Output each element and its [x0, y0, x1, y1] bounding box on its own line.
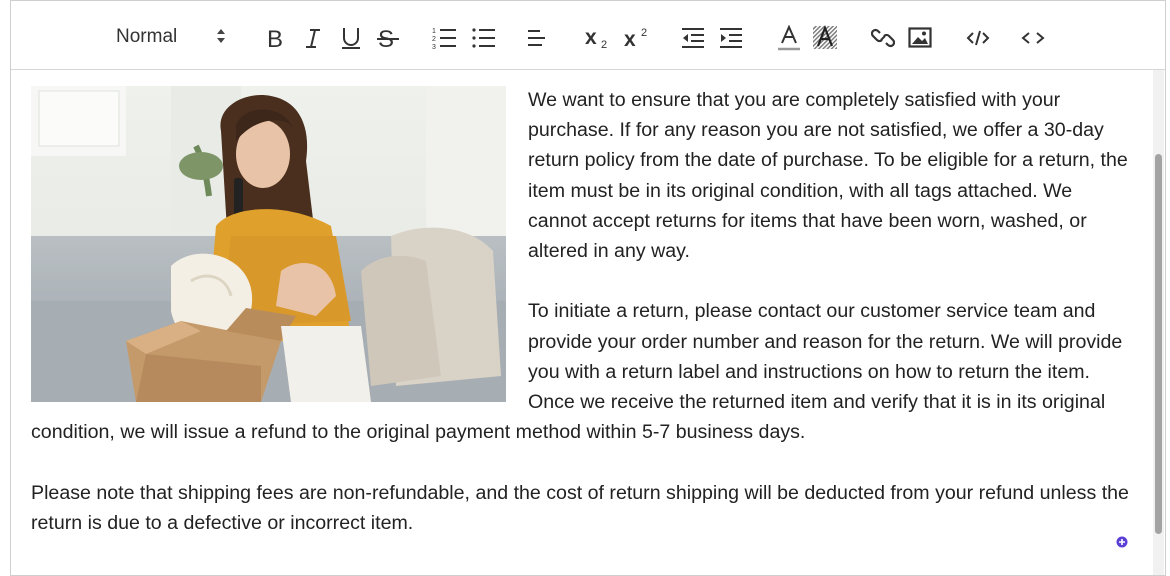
- bullet-list-button[interactable]: [471, 25, 497, 51]
- bold-button[interactable]: B: [264, 25, 288, 51]
- superscript-icon: x 2: [624, 27, 647, 50]
- subscript-button[interactable]: x 2: [585, 25, 611, 51]
- svg-text:2: 2: [432, 36, 436, 43]
- paragraph-3: Please note that shipping fees are non-r…: [31, 481, 1129, 534]
- superscript-button[interactable]: x 2: [621, 25, 651, 51]
- select-arrows-icon: [215, 26, 227, 46]
- svg-text:B: B: [267, 27, 283, 49]
- ordered-list-button[interactable]: 1 2 3: [432, 25, 458, 51]
- format-select[interactable]: Normal: [115, 23, 235, 51]
- svg-text:2: 2: [601, 39, 607, 50]
- code-button[interactable]: [964, 25, 992, 51]
- outdent-icon: [682, 28, 704, 48]
- italic-icon: [306, 29, 320, 48]
- ordered-list-icon: 1 2 3: [432, 28, 456, 50]
- woman-unboxing-image: [31, 86, 506, 402]
- indent-button[interactable]: [718, 25, 744, 51]
- bullet-list-icon: [472, 28, 495, 48]
- align-icon: [528, 30, 545, 46]
- background-color-button[interactable]: [811, 25, 839, 51]
- background-color-icon: [813, 25, 837, 49]
- strikethrough-icon: S: [377, 26, 399, 50]
- svg-text:2: 2: [641, 27, 647, 39]
- editor-content[interactable]: We want to ensure that you are completel…: [11, 70, 1153, 575]
- align-button[interactable]: [526, 25, 548, 51]
- html-source-button[interactable]: [1019, 25, 1047, 51]
- svg-text:x: x: [585, 26, 597, 49]
- underline-button[interactable]: [339, 25, 363, 51]
- text-color-icon: [778, 25, 800, 51]
- italic-button[interactable]: [302, 25, 324, 51]
- indent-icon: [720, 28, 742, 48]
- svg-text:1: 1: [432, 28, 436, 35]
- product-return-photo: [31, 86, 506, 402]
- strikethrough-button[interactable]: S: [375, 25, 401, 51]
- link-icon: [871, 28, 895, 48]
- svg-text:3: 3: [432, 44, 436, 50]
- outdent-button[interactable]: [680, 25, 706, 51]
- subscript-icon: x 2: [585, 26, 607, 50]
- editor-toolbar: Normal B S 1 2 3 x 2 x 2: [11, 1, 1165, 70]
- underline-icon: [342, 28, 360, 49]
- scrollbar-thumb[interactable]: [1155, 154, 1162, 534]
- bold-icon: B: [267, 27, 283, 49]
- html-source-icon: [1021, 32, 1045, 44]
- text-color-button[interactable]: [776, 25, 802, 51]
- format-select-value: Normal: [116, 26, 178, 47]
- vertical-scrollbar[interactable]: [1153, 70, 1164, 575]
- svg-text:x: x: [624, 28, 636, 50]
- image-button[interactable]: [907, 25, 933, 51]
- rich-text-editor: Normal B S 1 2 3 x 2 x 2 We want to ensu…: [10, 0, 1166, 576]
- image-icon: [908, 27, 932, 48]
- link-button[interactable]: [870, 25, 896, 51]
- image-resize-handle-icon[interactable]: [1116, 535, 1128, 548]
- code-icon: [966, 30, 990, 46]
